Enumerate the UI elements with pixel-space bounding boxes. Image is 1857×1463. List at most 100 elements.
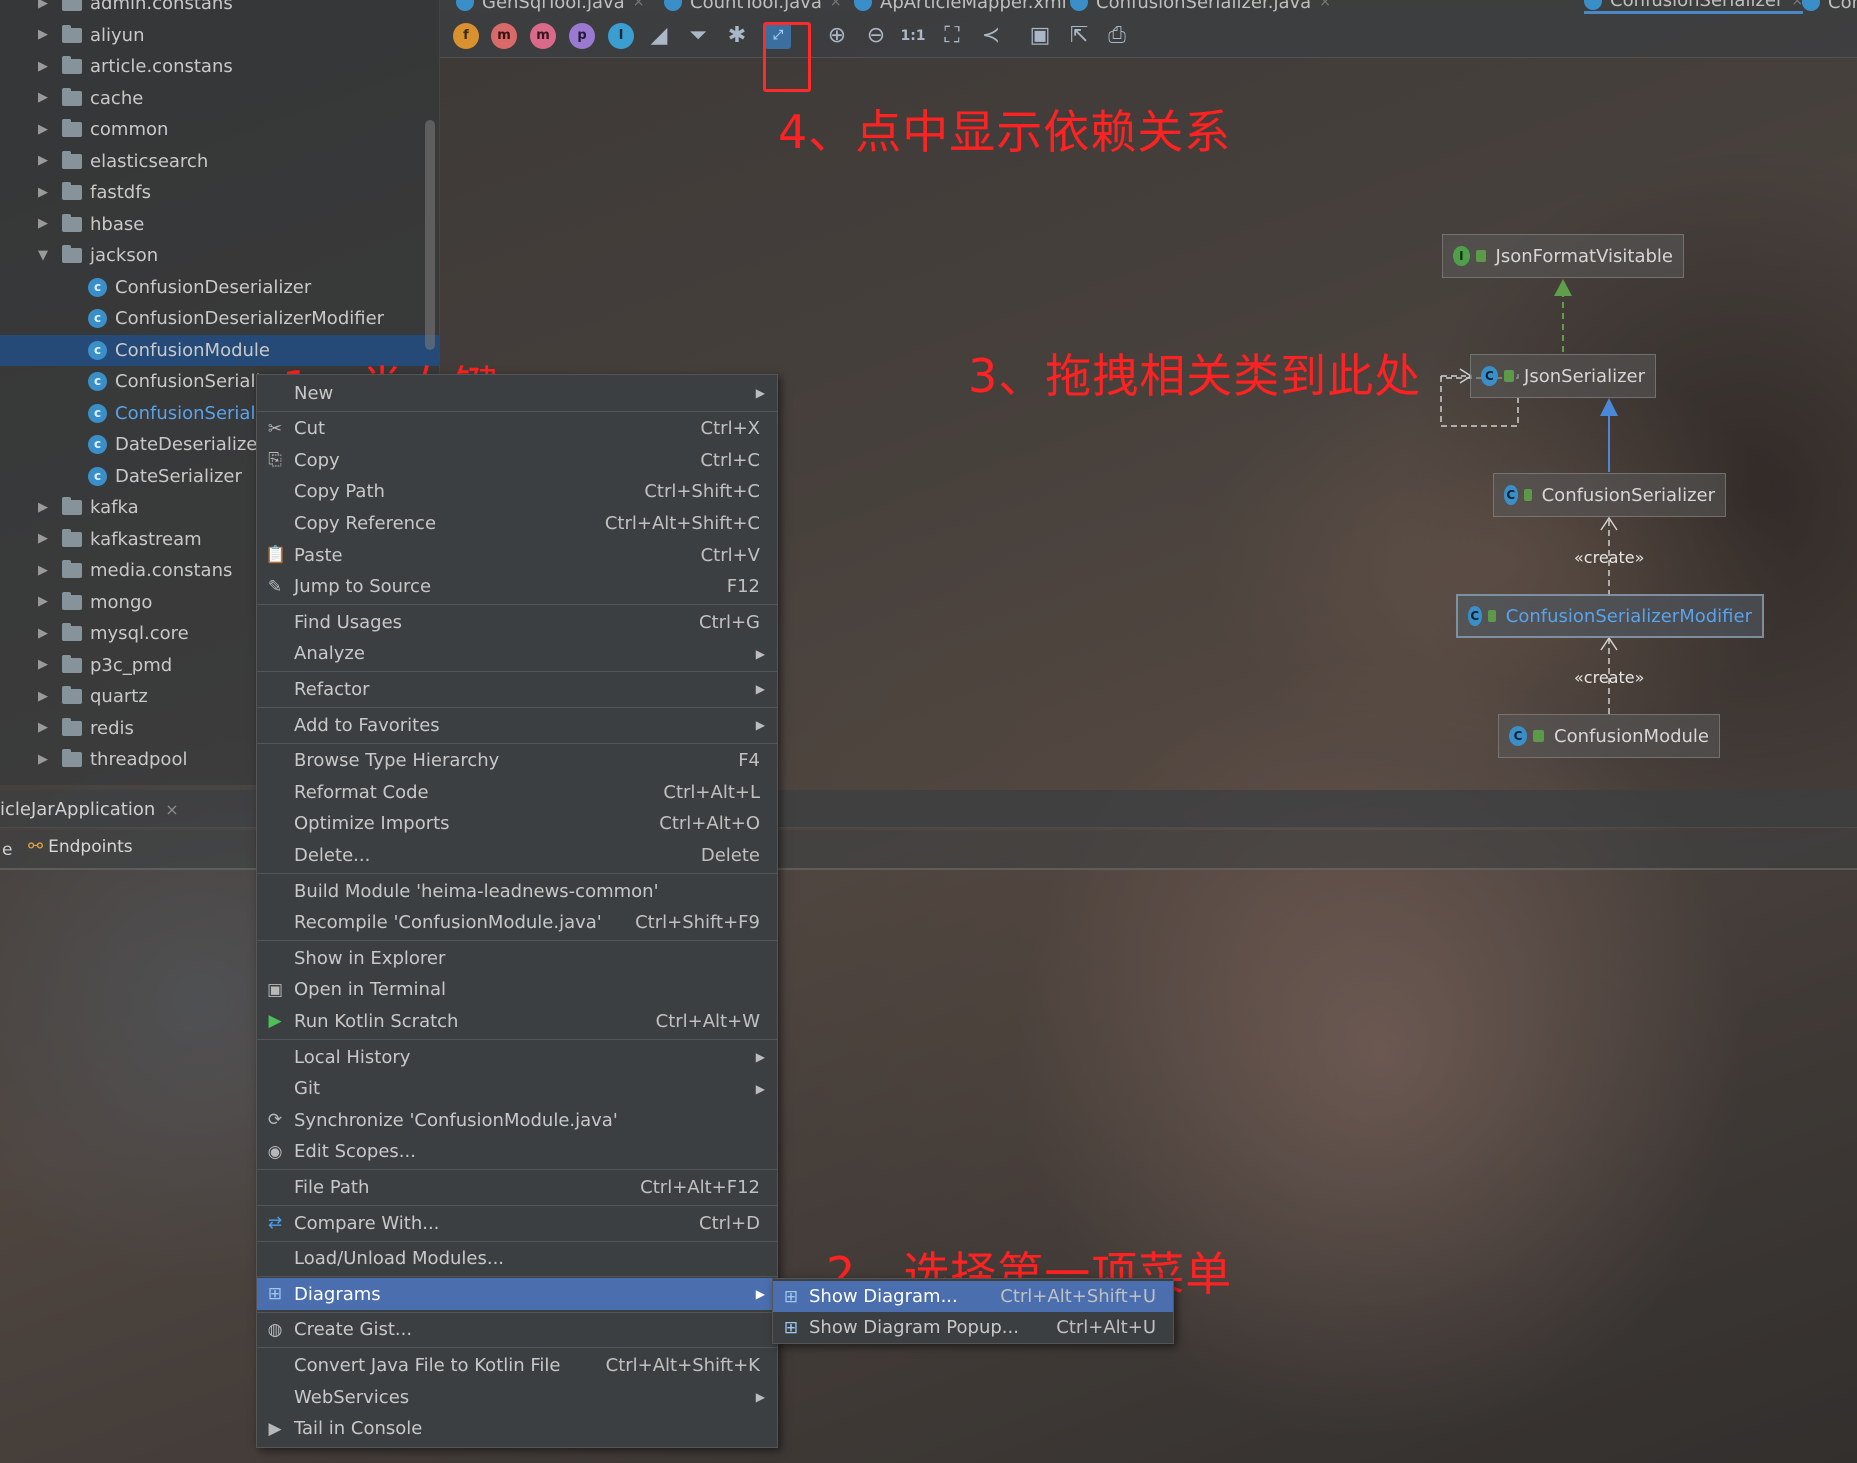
menu-item-recompile-confusionmodule-java[interactable]: Recompile 'ConfusionModule.java' Ctrl+Shi…: [257, 907, 777, 939]
menu-item-synchronize-confusionmodule-java[interactable]: ⟳ Synchronize 'ConfusionModule.java': [257, 1104, 777, 1136]
menu-separator: [257, 1240, 777, 1242]
menu-item-label: Synchronize 'ConfusionModule.java': [294, 1109, 618, 1131]
uml-node-label: JsonFormatVisitable: [1495, 245, 1673, 267]
run-tab[interactable]: icleJarApplication ×: [0, 790, 179, 828]
submenu-arrow-icon: ▶: [755, 718, 765, 732]
menu-item-icon: ▶: [268, 1418, 282, 1439]
menu-item-shortcut: Ctrl+Alt+Shift+K: [605, 1354, 760, 1376]
menu-item-create-gist[interactable]: ◍ Create Gist...: [257, 1314, 777, 1346]
uml-node-label: ConfusionSerializerModifier: [1505, 605, 1752, 627]
menu-item-show-diagram-popup[interactable]: ⊞ Show Diagram Popup... Ctrl+Alt+U: [773, 1312, 1173, 1343]
annotation-step3: 3、拖拽相关类到此处: [968, 349, 1422, 403]
class-icon: C: [1468, 606, 1482, 626]
menu-item-icon: ⎘: [268, 450, 282, 471]
menu-item-cut[interactable]: ✂ Cut Ctrl+X: [257, 413, 777, 445]
menu-item-new[interactable]: New ▶: [257, 377, 777, 409]
submenu-arrow-icon: ▶: [755, 1287, 765, 1302]
menu-item-find-usages[interactable]: Find Usages Ctrl+G: [257, 606, 777, 638]
submenu-arrow-icon: ▶: [755, 646, 765, 661]
menu-item-label: Analyze: [294, 643, 365, 665]
menu-item-shortcut: Ctrl+Alt+O: [659, 813, 760, 835]
menu-item-edit-scopes[interactable]: ◉ Edit Scopes...: [257, 1136, 777, 1168]
endpoints-tab[interactable]: ⚯ Endpoints: [28, 836, 133, 857]
menu-item-label: Jump to Source: [294, 576, 432, 598]
menu-item-browse-type-hierarchy[interactable]: Browse Type Hierarchy F4: [257, 745, 777, 777]
menu-item-copy-path[interactable]: Copy Path Ctrl+Shift+C: [257, 476, 777, 508]
menu-item-copy[interactable]: ⎘ Copy Ctrl+C: [257, 444, 777, 476]
menu-item-reformat-code[interactable]: Reformat Code Ctrl+Alt+L: [257, 776, 777, 808]
submenu-arrow-icon: ▶: [755, 386, 765, 400]
diagram-icon: ⊞: [783, 1286, 799, 1307]
menu-item-shortcut: Ctrl+G: [698, 611, 760, 633]
menu-item-shortcut: Ctrl+Alt+F12: [640, 1176, 760, 1198]
menu-item-analyze[interactable]: Analyze ▶: [257, 638, 777, 670]
menu-separator: [257, 873, 777, 874]
menu-item-shortcut: Ctrl+Alt+Shift+C: [604, 512, 760, 534]
menu-item-refactor[interactable]: Refactor ▶: [257, 673, 777, 705]
menu-item-icon: ▣: [266, 979, 284, 1000]
menu-item-jump-to-source[interactable]: ✎ Jump to Source F12: [257, 571, 777, 603]
run-tab-label: icleJarApplication: [0, 798, 156, 820]
menu-item-label: File Path: [294, 1176, 370, 1198]
menu-item-label: Browse Type Hierarchy: [294, 750, 500, 772]
menu-item-tail-in-console[interactable]: ▶ Tail in Console: [257, 1413, 777, 1445]
menu-item-compare-with[interactable]: ⇄ Compare With... Ctrl+D: [257, 1207, 777, 1239]
menu-separator: [257, 707, 777, 708]
menu-separator: [257, 1276, 777, 1278]
uml-node-confusion-module[interactable]: C ConfusionModule: [1498, 714, 1720, 758]
menu-item-git[interactable]: Git ▶: [257, 1073, 777, 1105]
menu-item-shortcut: Ctrl+C: [700, 449, 760, 471]
menu-separator: [257, 940, 777, 942]
menu-item-icon: ✂: [267, 418, 283, 439]
menu-item-shortcut: F4: [738, 750, 760, 772]
menu-item-shortcut: Ctrl+Alt+U: [1056, 1317, 1156, 1338]
menu-separator: [257, 742, 777, 744]
menu-item-open-in-terminal[interactable]: ▣ Open in Terminal: [257, 974, 777, 1006]
menu-item-label: Load/Unload Modules...: [294, 1248, 505, 1270]
menu-item-label: Show in Explorer: [294, 947, 446, 969]
truncated-tab-label: e: [2, 840, 13, 860]
menu-item-convert-java-file-to-kotlin-file[interactable]: Convert Java File to Kotlin File Ctrl+Alt…: [257, 1349, 777, 1381]
menu-item-file-path[interactable]: File Path Ctrl+Alt+F12: [257, 1171, 777, 1203]
menu-item-load-unload-modules[interactable]: Load/Unload Modules...: [257, 1243, 777, 1275]
menu-item-show-in-explorer[interactable]: Show in Explorer: [257, 942, 777, 974]
menu-item-label: Diagrams: [294, 1283, 381, 1305]
menu-separator: [257, 1311, 777, 1313]
menu-item-webservices[interactable]: WebServices ▶: [257, 1381, 777, 1413]
menu-item-local-history[interactable]: Local History ▶: [257, 1041, 777, 1073]
close-icon[interactable]: ×: [165, 800, 178, 819]
menu-item-shortcut: Ctrl+Alt+L: [663, 781, 760, 803]
public-visibility-icon: [1487, 610, 1496, 622]
menu-item-optimize-imports[interactable]: Optimize Imports Ctrl+Alt+O: [257, 808, 777, 840]
menu-item-build-module-heima-leadnews-common[interactable]: Build Module 'heima-leadnews-common': [257, 875, 777, 907]
endpoints-label: Endpoints: [48, 836, 133, 857]
menu-item-icon: 📋: [265, 545, 287, 565]
menu-item-shortcut: Ctrl+Alt+W: [655, 1010, 760, 1032]
uml-node-json-serializer[interactable]: C JsonSerializer: [1470, 354, 1656, 398]
menu-separator: [257, 1205, 777, 1206]
menu-item-copy-reference[interactable]: Copy Reference Ctrl+Alt+Shift+C: [257, 507, 777, 539]
uml-node-confusion-serializer[interactable]: C ConfusionSerializer: [1493, 473, 1726, 517]
menu-item-icon: ▶: [268, 1011, 282, 1032]
menu-item-shortcut: F12: [726, 576, 760, 598]
menu-item-label: Build Module 'heima-leadnews-common': [294, 880, 659, 902]
create-stereotype-label: «create»: [1574, 548, 1645, 567]
menu-item-delete[interactable]: Delete... Delete: [257, 839, 777, 871]
menu-item-add-to-favorites[interactable]: Add to Favorites ▶: [257, 709, 777, 741]
menu-item-label: Tail in Console: [294, 1418, 423, 1440]
menu-item-diagrams[interactable]: ⊞ Diagrams ▶: [257, 1278, 777, 1311]
menu-item-show-diagram[interactable]: ⊞ Show Diagram... Ctrl+Alt+Shift+U: [773, 1281, 1173, 1312]
menu-item-label: Recompile 'ConfusionModule.java': [294, 912, 602, 934]
menu-item-label: New: [294, 382, 334, 404]
edge-extends-arrowhead: [1600, 398, 1618, 416]
menu-item-paste[interactable]: 📋 Paste Ctrl+V: [257, 539, 777, 571]
diagram-icon: ⊞: [783, 1317, 799, 1338]
uml-node-json-format-visitable[interactable]: I JsonFormatVisitable: [1442, 234, 1684, 278]
endpoints-icon: ⚯: [28, 836, 44, 857]
menu-item-run-kotlin-scratch[interactable]: ▶ Run Kotlin Scratch Ctrl+Alt+W: [257, 1005, 777, 1037]
menu-item-label: Local History: [294, 1046, 411, 1068]
menu-item-label: Git: [294, 1078, 321, 1100]
uml-node-confusion-serializer-modifier[interactable]: C ConfusionSerializerModifier: [1456, 594, 1764, 638]
public-visibility-icon: [1523, 489, 1532, 501]
menu-separator: [257, 1169, 777, 1171]
